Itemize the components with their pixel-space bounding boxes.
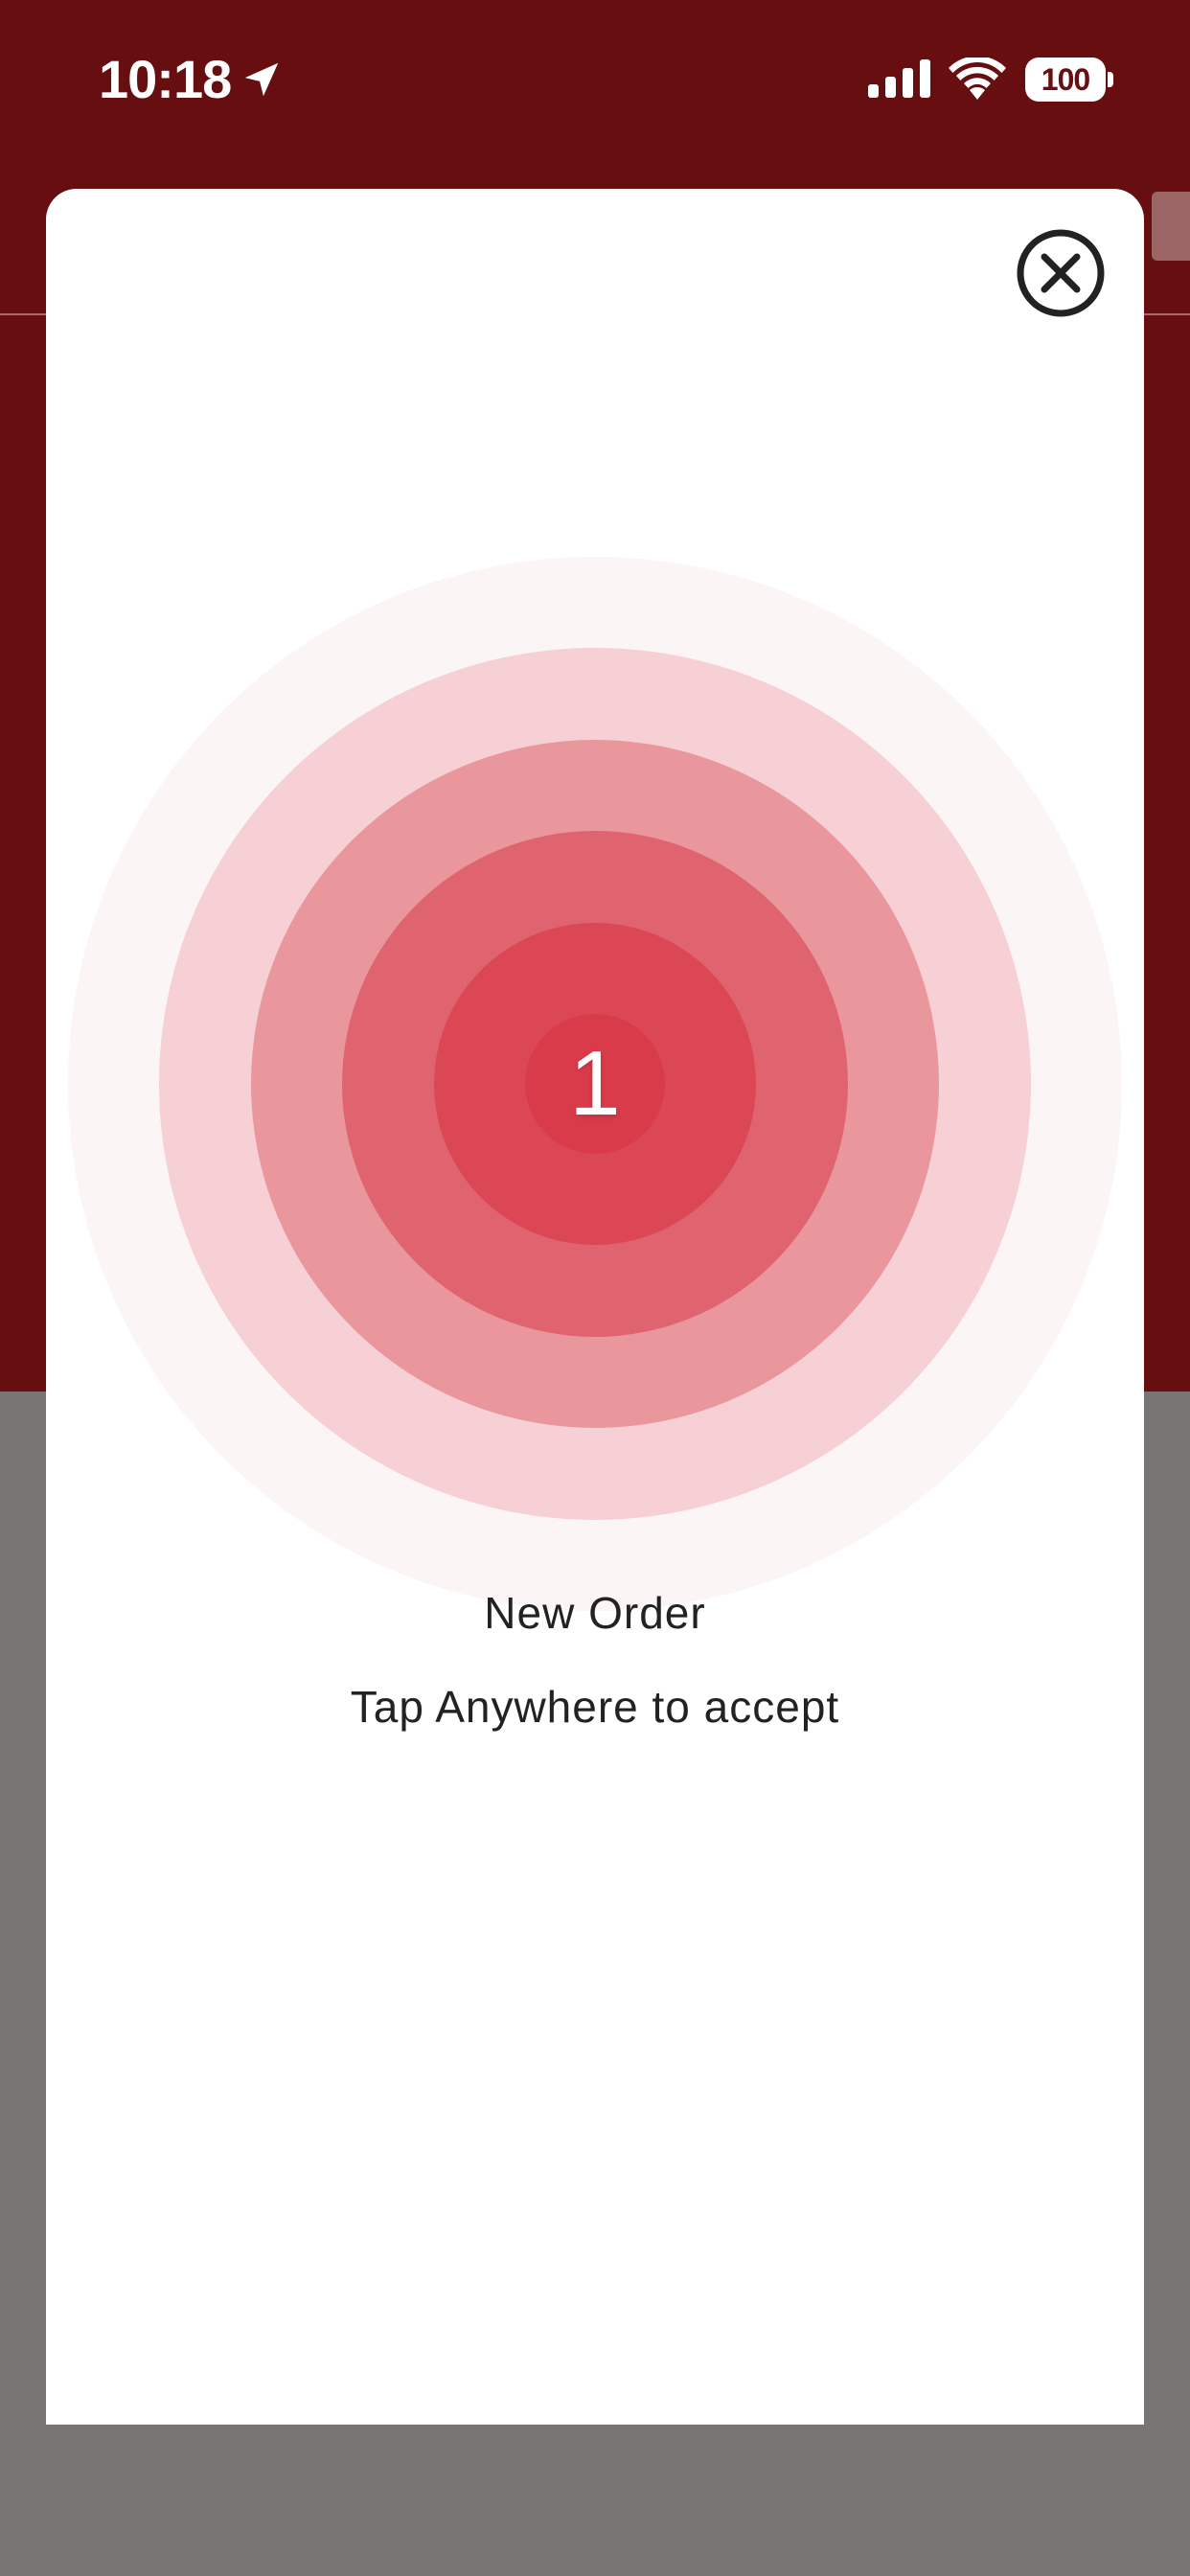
header-edge-tab bbox=[1152, 192, 1190, 261]
new-order-title: New Order bbox=[484, 1588, 706, 1638]
location-arrow-icon bbox=[244, 62, 279, 97]
battery-tip bbox=[1108, 72, 1113, 87]
battery-level: 100 bbox=[1025, 58, 1106, 102]
wifi-icon bbox=[949, 58, 1006, 100]
cellular-signal-icon bbox=[868, 59, 930, 98]
tap-to-accept-instruction: Tap Anywhere to accept bbox=[350, 1682, 840, 1732]
close-circle-icon[interactable] bbox=[1016, 228, 1106, 318]
battery-icon: 100 bbox=[1025, 58, 1113, 102]
status-bar: 10:18 100 bbox=[0, 0, 1190, 158]
order-count: 1 bbox=[569, 1032, 621, 1135]
status-time: 10:18 bbox=[99, 49, 232, 109]
